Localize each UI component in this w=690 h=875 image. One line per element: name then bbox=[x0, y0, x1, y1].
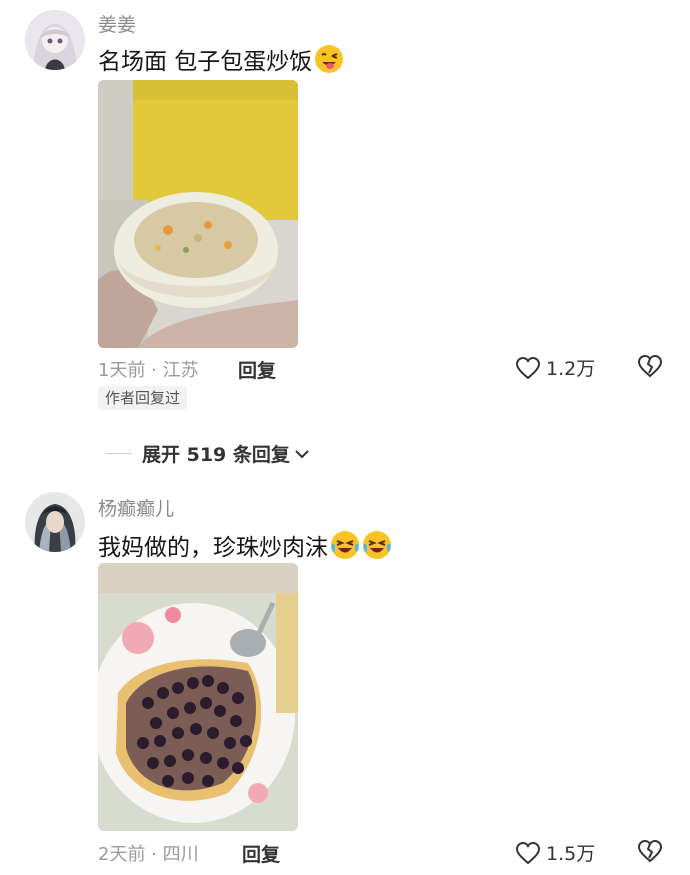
comment-text-label: 名场面 包子包蛋炒饭 bbox=[98, 49, 313, 75]
avatar[interactable] bbox=[25, 492, 85, 552]
comment-time-location: 1天前 · 江苏 bbox=[98, 360, 199, 381]
broken-heart-icon bbox=[637, 354, 663, 378]
broken-heart-icon bbox=[637, 839, 663, 863]
steamed-bun-photo[interactable] bbox=[98, 80, 298, 348]
username[interactable]: 姜姜 bbox=[98, 10, 136, 37]
comment-text: 名场面 包子包蛋炒饭 bbox=[98, 42, 344, 76]
expand-replies-label: 展开 519 条回复 bbox=[142, 444, 290, 466]
like-count: 1.5万 bbox=[546, 843, 596, 865]
comment-text: 我妈做的，珍珠炒肉沫 bbox=[98, 528, 392, 562]
author-replied-tag: 作者回复过 bbox=[98, 386, 188, 410]
reply-button[interactable]: 回复 bbox=[238, 356, 276, 383]
avatar[interactable] bbox=[25, 10, 85, 70]
divider bbox=[106, 453, 132, 454]
chevron-down-icon bbox=[295, 449, 309, 458]
dislike-button[interactable] bbox=[637, 354, 663, 382]
laughing-crying-emoji-icon bbox=[330, 530, 360, 560]
like-button[interactable]: 1.5万 bbox=[515, 839, 595, 866]
expand-replies-button[interactable]: 展开 519 条回复 bbox=[106, 440, 311, 467]
like-count: 1.2万 bbox=[546, 358, 596, 380]
dislike-button[interactable] bbox=[637, 839, 663, 867]
winking-tongue-emoji-icon bbox=[314, 44, 344, 74]
heart-icon bbox=[515, 841, 541, 864]
comment-text-label: 我妈做的，珍珠炒肉沫 bbox=[98, 535, 328, 561]
username[interactable]: 杨癫癫儿 bbox=[98, 494, 174, 521]
laughing-crying-emoji-icon bbox=[362, 530, 392, 560]
like-button[interactable]: 1.2万 bbox=[515, 354, 595, 381]
reply-button[interactable]: 回复 bbox=[242, 840, 280, 867]
boba-minced-pork-photo[interactable] bbox=[98, 563, 298, 831]
comment-time-location: 2天前 · 四川 bbox=[98, 844, 199, 865]
heart-icon bbox=[515, 356, 541, 379]
